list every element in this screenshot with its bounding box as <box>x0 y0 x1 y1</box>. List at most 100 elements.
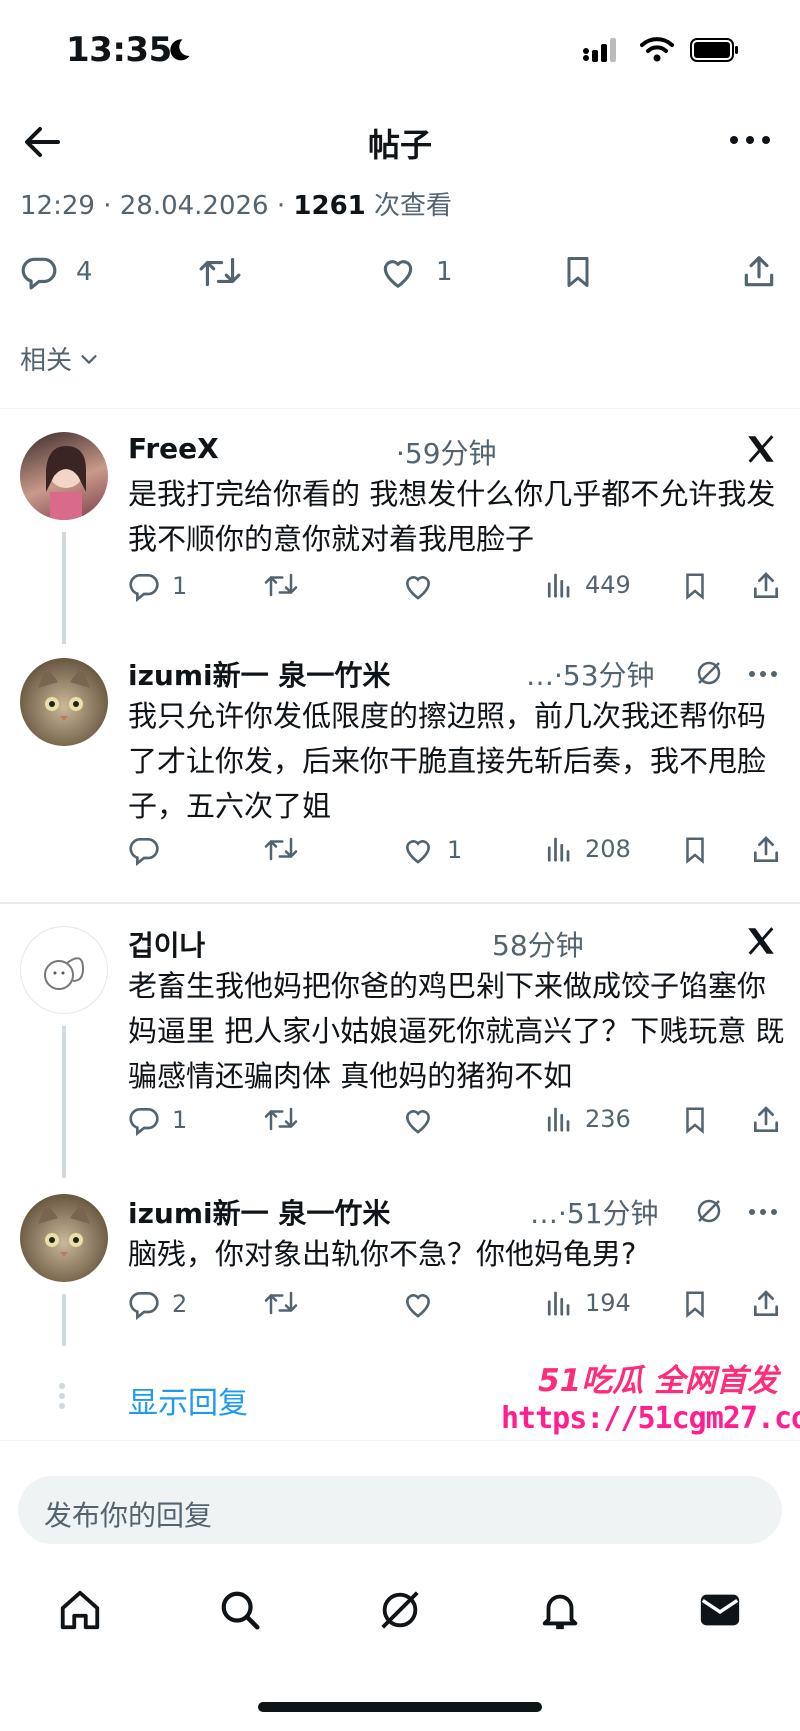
views-button[interactable]: 449 <box>543 570 631 600</box>
avatar[interactable] <box>20 658 108 746</box>
view-count: 236 <box>585 1105 631 1133</box>
author-name[interactable]: FreeX <box>128 432 219 465</box>
like-button[interactable]: 1 <box>378 253 453 291</box>
views-button[interactable]: 208 <box>543 834 631 864</box>
bookmark-icon <box>686 1107 704 1134</box>
author-name[interactable]: 겁이나 <box>128 924 205 964</box>
retweet-button[interactable] <box>263 570 299 600</box>
reply-button[interactable]: 2 <box>128 1288 187 1320</box>
show-replies-link[interactable]: 显示回复 <box>128 1378 248 1422</box>
bookmark-button[interactable] <box>680 834 710 866</box>
tweet-freex[interactable]: FreeX ·59分钟 是我打完给你看的 我想发什么你几乎都不允许我发 我不顺你… <box>0 430 800 644</box>
bookmark-button[interactable] <box>680 1104 710 1136</box>
more-options-icon[interactable] <box>726 128 774 152</box>
share-button[interactable] <box>750 834 782 866</box>
reply-count: 1 <box>172 572 188 600</box>
tab-bar <box>0 1560 800 1670</box>
tweet-text: 脑残，你对象出轨你不急？你他妈龟男? <box>128 1237 637 1271</box>
tab-grok[interactable] <box>370 1580 430 1640</box>
reply-icon <box>129 574 159 602</box>
status-time: 13:35 <box>66 30 172 70</box>
view-count: 449 <box>585 571 631 599</box>
reply-button[interactable]: 1 <box>128 570 187 602</box>
reply-button[interactable]: 4 <box>20 253 93 291</box>
tweet-text: 老畜生我他妈把你爸的鸡巴剁下来做成饺子馅塞你妈逼里 把人家小姑娘逼死你就高兴了？… <box>128 969 785 1093</box>
heart-icon <box>405 840 431 864</box>
retweet-button[interactable] <box>263 834 299 864</box>
tweet-time: ·59分钟 <box>396 437 497 470</box>
views-button[interactable]: 194 <box>543 1288 631 1318</box>
like-count: 1 <box>436 257 453 287</box>
views-button[interactable]: 236 <box>543 1104 631 1134</box>
retweet-icon <box>264 1291 298 1315</box>
tweet-geobina[interactable]: 겁이나 58分钟 老畜生我他妈把你爸的鸡巴剁下来做成饺子馅塞你妈逼里 把人家小姑… <box>0 922 800 1178</box>
avatar[interactable] <box>20 1194 108 1282</box>
tweet-header: izumi新一 泉一竹米 …·51分钟 <box>128 1190 778 1230</box>
bookmark-icon <box>686 1291 704 1318</box>
reply-input[interactable]: 发布你的回复 <box>18 1476 782 1544</box>
anime-avatar-image <box>46 446 86 520</box>
thread-line <box>62 1026 66 1178</box>
grok-icon[interactable] <box>694 658 724 688</box>
reply-icon <box>129 838 159 866</box>
divider <box>0 1440 800 1441</box>
like-button[interactable] <box>401 570 435 602</box>
author-name[interactable]: izumi新一 泉一竹米 <box>128 654 390 694</box>
views-label: 次查看 <box>374 191 453 221</box>
retweet-icon <box>264 573 298 597</box>
tweet-izumi-2[interactable]: izumi新一 泉一竹米 …·51分钟 脑残，你对象出轨你不急？你他妈龟男? 2… <box>0 1190 800 1346</box>
related-dropdown[interactable]: 相关 <box>20 340 100 377</box>
bookmark-button[interactable] <box>680 1288 710 1320</box>
retweet-button[interactable] <box>263 1288 299 1318</box>
heart-icon <box>405 576 431 600</box>
reply-icon <box>21 257 57 290</box>
share-icon <box>754 1290 778 1316</box>
grok-icon[interactable] <box>694 1196 724 1226</box>
bell-icon <box>542 1594 578 1630</box>
view-count: 208 <box>585 835 631 863</box>
tab-home[interactable] <box>50 1580 110 1640</box>
like-count: 1 <box>447 836 463 864</box>
retweet-button[interactable] <box>263 1104 299 1134</box>
reply-count: 2 <box>172 1290 188 1318</box>
tab-notifications[interactable] <box>530 1580 590 1640</box>
heart-icon <box>405 1110 431 1134</box>
reply-icon <box>129 1108 159 1136</box>
retweet-button[interactable] <box>198 253 242 291</box>
tweet-izumi-1[interactable]: izumi新一 泉一竹米 …·53分钟 我只允许你发低限度的擦边照，前几次我还帮… <box>0 652 800 892</box>
share-button[interactable] <box>750 570 782 602</box>
bookmark-button[interactable] <box>680 570 710 602</box>
view-count: 1261 <box>293 191 366 221</box>
share-icon <box>754 1106 778 1132</box>
like-button[interactable]: 1 <box>401 834 462 866</box>
reply-button[interactable]: 1 <box>128 1104 187 1136</box>
more-options-icon[interactable] <box>748 670 778 678</box>
author-name[interactable]: izumi新一 泉一竹米 <box>128 1192 390 1232</box>
tweet-header: izumi新一 泉一竹米 …·53分钟 <box>128 652 778 692</box>
tweet-header: 겁이나 58分钟 <box>128 922 778 962</box>
views-chart-icon <box>547 1107 570 1132</box>
reply-button[interactable] <box>128 834 160 866</box>
share-button[interactable] <box>740 253 778 291</box>
tab-search[interactable] <box>210 1580 270 1640</box>
battery-icon <box>690 38 738 62</box>
tab-messages[interactable] <box>690 1580 750 1640</box>
like-button[interactable] <box>401 1288 435 1320</box>
tweet-time: 58分钟 <box>492 929 584 962</box>
grok-icon <box>381 1591 419 1629</box>
share-button[interactable] <box>750 1104 782 1136</box>
more-options-icon[interactable] <box>748 1208 778 1216</box>
tweet-text: 我只允许你发低限度的擦边照，前几次我还帮你码了才让你发，后来你干脆直接先斩后奏，… <box>128 699 767 823</box>
bookmark-button[interactable] <box>560 253 596 291</box>
avatar[interactable] <box>20 432 108 520</box>
reply-count: 1 <box>172 1106 188 1134</box>
page-title: 帖子 <box>367 126 432 164</box>
like-button[interactable] <box>401 1104 435 1136</box>
share-icon <box>754 836 778 862</box>
tweet-time: …·53分钟 <box>526 659 655 692</box>
moon-icon <box>170 39 190 61</box>
share-button[interactable] <box>750 1288 782 1320</box>
avatar[interactable] <box>20 926 108 1014</box>
wifi-icon <box>640 37 674 62</box>
retweet-icon <box>264 837 298 861</box>
